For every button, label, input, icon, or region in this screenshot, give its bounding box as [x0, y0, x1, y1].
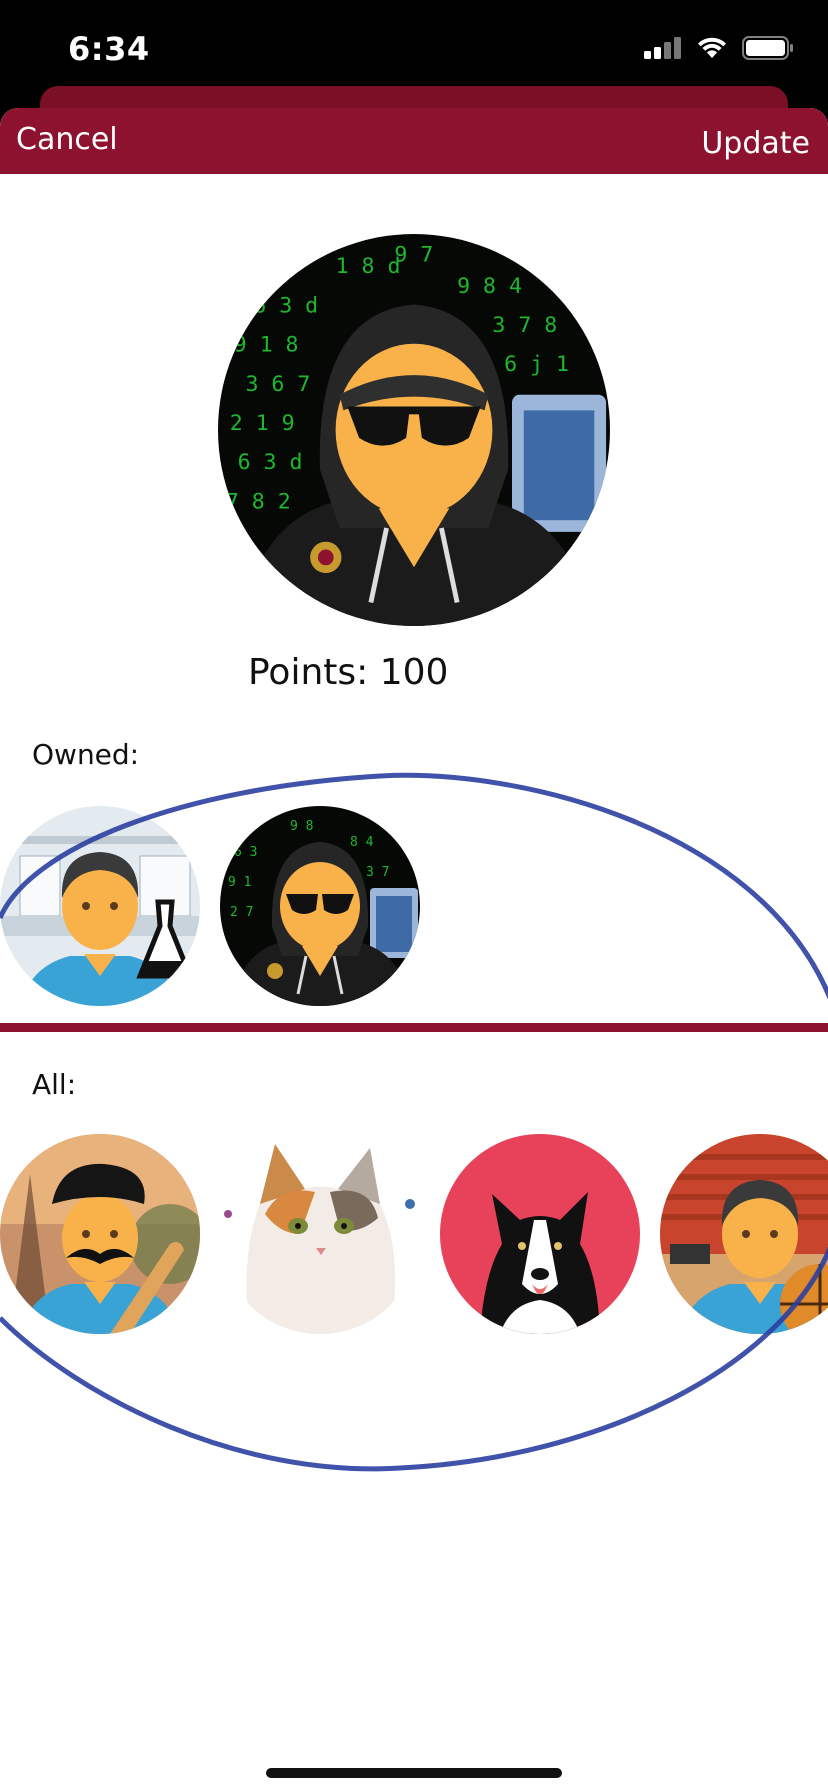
- all-avatar-cat[interactable]: [220, 1134, 420, 1334]
- cancel-button[interactable]: Cancel: [16, 122, 118, 157]
- navigation-bar: Cancel Update: [0, 108, 828, 174]
- status-bar: 6:34: [0, 0, 828, 100]
- wifi-icon: [698, 37, 726, 58]
- svg-text:3 7 8: 3 7 8: [492, 313, 557, 338]
- all-avatar-french-chef[interactable]: [0, 1134, 200, 1334]
- section-divider: [0, 1023, 828, 1032]
- svg-text:3 6 7: 3 6 7: [245, 372, 310, 397]
- cellular-signal-icon: [644, 37, 681, 59]
- all-avatar-basketball[interactable]: [660, 1134, 828, 1334]
- svg-text:6 3 d: 6 3 d: [238, 450, 303, 475]
- owned-avatar-hacker[interactable]: 6 39 1 2 78 4 3 70 2 9 8: [220, 806, 420, 1006]
- owned-section-label: Owned:: [32, 738, 140, 771]
- svg-text:6 j 1: 6 j 1: [504, 352, 569, 377]
- svg-text:2 1 9: 2 1 9: [230, 411, 295, 436]
- svg-text:1 8 d: 1 8 d: [336, 254, 401, 279]
- svg-text:9 7: 9 7: [394, 242, 433, 267]
- svg-text:9 8: 9 8: [290, 819, 313, 834]
- update-button[interactable]: Update: [701, 126, 810, 161]
- avatar-picker-modal: Cancel Update 6 3 d 9 1 8 3 6 7 2 1 9 6 3 …: [0, 108, 828, 1792]
- points-display: Points: 100: [248, 652, 449, 693]
- owned-avatar-scientist[interactable]: [0, 806, 200, 1006]
- svg-text:9 8 4: 9 8 4: [457, 274, 522, 299]
- home-indicator: [266, 1768, 562, 1778]
- svg-text:6 3: 6 3: [234, 845, 257, 860]
- all-avatar-dog[interactable]: [440, 1134, 640, 1334]
- svg-text:9 1: 9 1: [228, 875, 251, 890]
- svg-text:7 8 2: 7 8 2: [226, 489, 291, 514]
- battery-icon: [742, 36, 793, 60]
- svg-text:9 1 8: 9 1 8: [234, 333, 299, 358]
- status-icons: [644, 36, 794, 60]
- svg-text:2 7: 2 7: [230, 905, 253, 920]
- svg-text:3 7: 3 7: [366, 865, 389, 880]
- current-avatar: 6 3 d 9 1 8 3 6 7 2 1 9 6 3 d 7 8 2 9 8 4 3 …: [218, 234, 610, 626]
- all-section-label: All:: [32, 1068, 77, 1101]
- svg-text:6 3 d: 6 3 d: [253, 293, 318, 318]
- status-time: 6:34: [68, 30, 150, 68]
- svg-text:8 4: 8 4: [350, 835, 374, 850]
